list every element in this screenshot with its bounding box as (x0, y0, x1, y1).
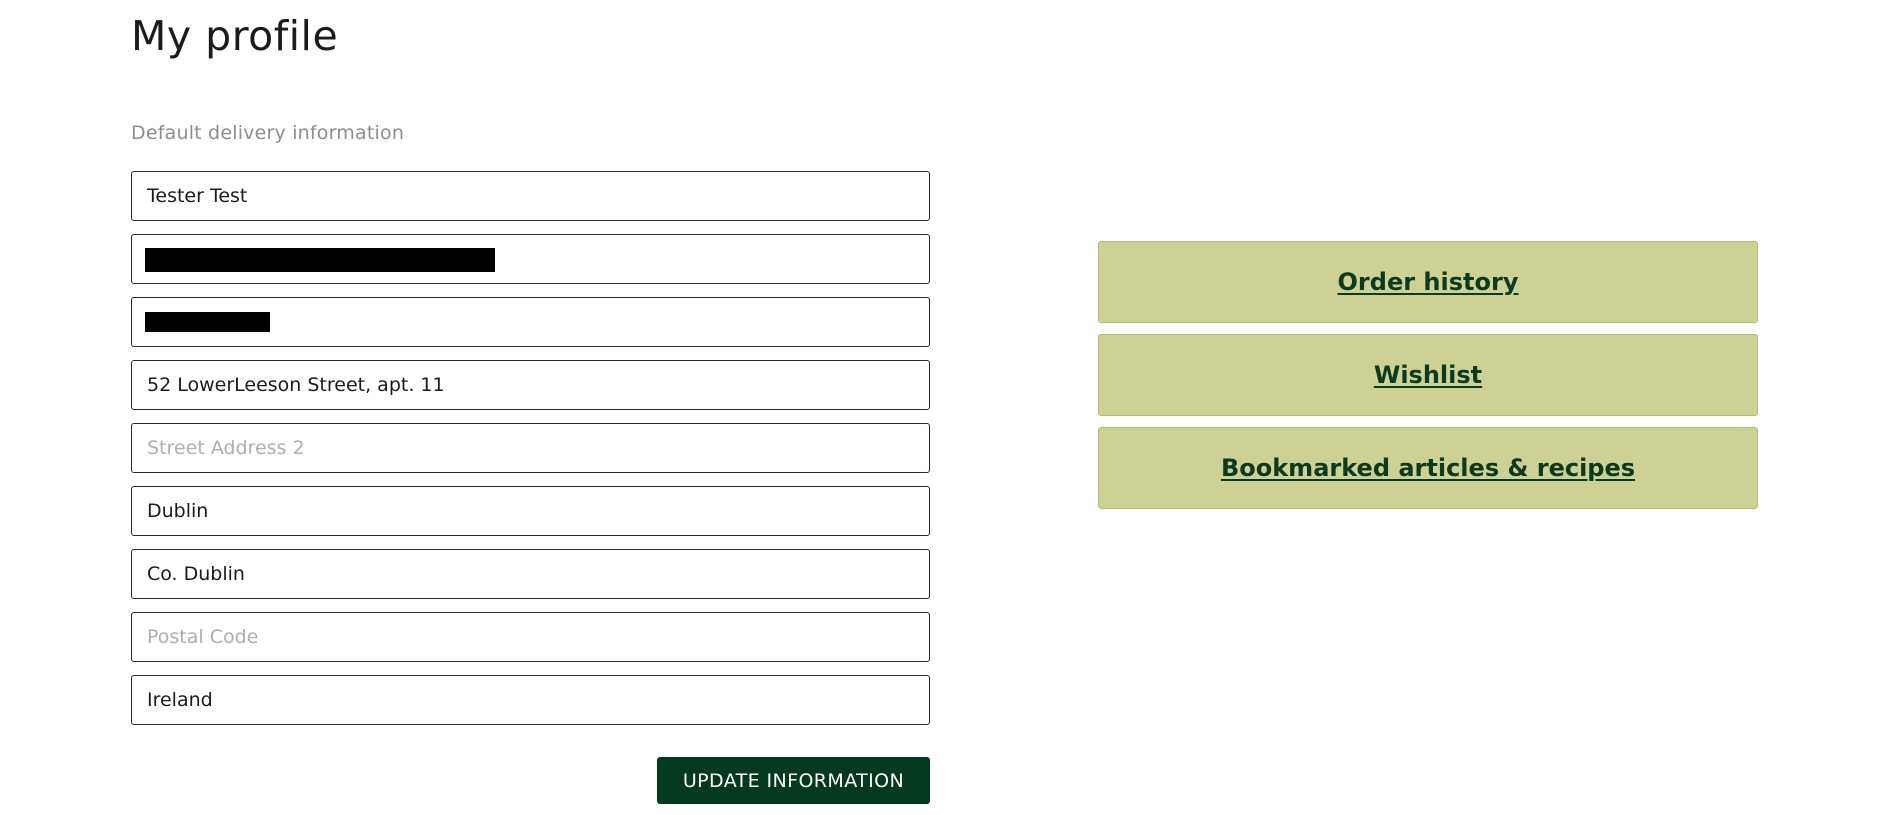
redaction-bar (145, 312, 270, 332)
street-address-1-input[interactable] (132, 361, 929, 409)
full-name-input[interactable] (132, 172, 929, 220)
city-field-wrapper (131, 486, 930, 536)
bookmarks-card[interactable]: Bookmarked articles & recipes (1098, 427, 1758, 509)
profile-page: My profile Default delivery information (0, 0, 1880, 815)
delivery-form: UPDATE INFORMATION (131, 171, 930, 804)
street-address-2-input[interactable] (132, 424, 929, 472)
full-name-field-wrapper (131, 171, 930, 221)
city-input[interactable] (132, 487, 929, 535)
county-input[interactable] (132, 550, 929, 598)
order-history-card[interactable]: Order history (1098, 241, 1758, 323)
postal-code-input[interactable] (132, 613, 929, 661)
order-history-link[interactable]: Order history (1338, 268, 1519, 296)
wishlist-link[interactable]: Wishlist (1374, 361, 1482, 389)
wishlist-card[interactable]: Wishlist (1098, 334, 1758, 416)
redaction-bar (145, 248, 495, 272)
country-input[interactable] (132, 676, 929, 724)
page-title: My profile (131, 12, 339, 60)
account-links: Order history Wishlist Bookmarked articl… (1098, 241, 1758, 520)
section-label: Default delivery information (131, 122, 405, 144)
bookmarks-link[interactable]: Bookmarked articles & recipes (1221, 454, 1635, 482)
postal-code-field-wrapper (131, 612, 930, 662)
country-field-wrapper (131, 675, 930, 725)
street-address-1-field-wrapper (131, 360, 930, 410)
redacted-field-wrapper (131, 234, 930, 284)
street-address-2-field-wrapper (131, 423, 930, 473)
redacted-field-wrapper (131, 297, 930, 347)
update-information-button[interactable]: UPDATE INFORMATION (657, 757, 930, 804)
county-field-wrapper (131, 549, 930, 599)
